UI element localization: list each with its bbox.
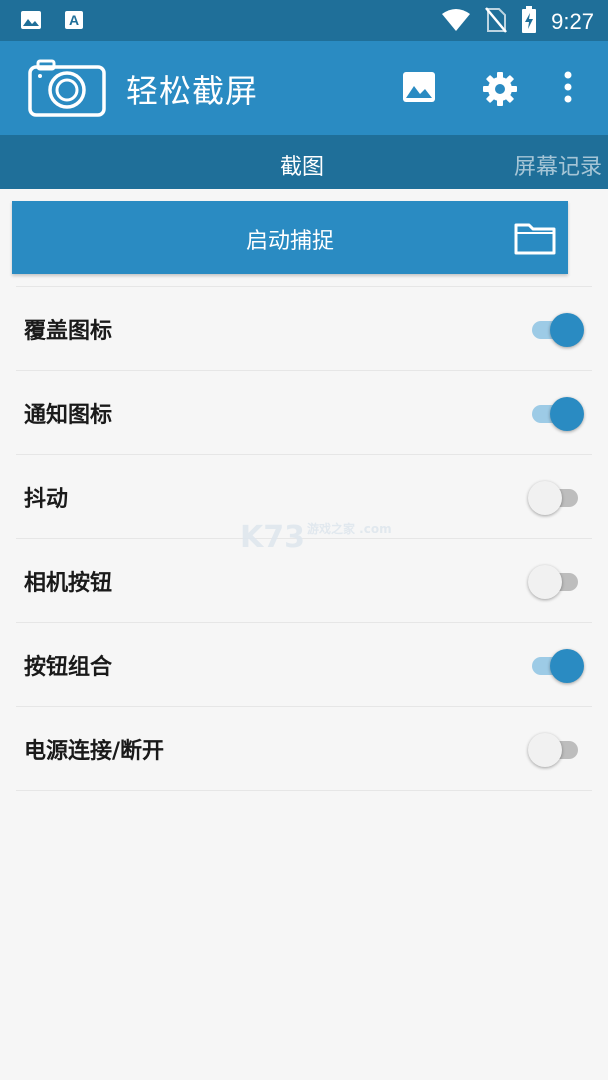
gallery-icon[interactable] (402, 71, 436, 107)
watermark: K73 游戏之家 .com (240, 520, 392, 555)
power-connect-toggle[interactable] (528, 731, 584, 767)
setting-label: 相机按钮 (24, 571, 113, 596)
tab-screenshot[interactable]: 截图 (280, 149, 324, 181)
setting-label: 电源连接/断开 (24, 739, 165, 764)
app-bar: 轻松截屏 (0, 41, 608, 135)
tab-bar: 截图 屏幕记录 (0, 135, 608, 189)
camera-logo-icon (28, 59, 106, 121)
settings-icon[interactable] (482, 71, 518, 111)
camera-button-toggle[interactable] (528, 563, 584, 599)
setting-row-power-connect[interactable]: 电源连接/断开 (16, 706, 592, 791)
battery-charging-icon (521, 6, 537, 38)
app-title: 轻松截屏 (126, 72, 259, 110)
wifi-icon (441, 8, 471, 36)
status-time: 9:27 (551, 9, 594, 34)
watermark-sub: 游戏之家 .com (307, 522, 392, 536)
status-bar: A 9:27 (0, 0, 608, 41)
setting-label: 覆盖图标 (24, 319, 113, 344)
setting-label: 通知图标 (24, 403, 113, 428)
svg-text:A: A (69, 12, 79, 28)
setting-row-overlay-icon[interactable]: 覆盖图标 (16, 286, 592, 370)
more-vert-icon[interactable] (563, 71, 573, 107)
overlay-icon-toggle[interactable] (528, 311, 584, 347)
start-capture-button[interactable]: 启动捕捉 (12, 201, 568, 274)
shake-toggle[interactable] (528, 479, 584, 515)
no-sim-icon (485, 7, 508, 37)
tab-screen-record[interactable]: 屏幕记录 (514, 149, 602, 181)
notification-icon-toggle[interactable] (528, 395, 584, 431)
setting-row-notification-icon[interactable]: 通知图标 (16, 370, 592, 454)
watermark-main: K73 (240, 520, 305, 555)
setting-label: 按钮组合 (24, 655, 113, 680)
folder-icon[interactable] (514, 221, 556, 259)
image-notification-icon (20, 10, 42, 34)
text-a-notification-icon: A (64, 10, 84, 34)
start-capture-label: 启动捕捉 (245, 229, 334, 254)
setting-label: 抖动 (24, 487, 69, 512)
button-combo-toggle[interactable] (528, 647, 584, 683)
setting-row-button-combo[interactable]: 按钮组合 (16, 622, 592, 706)
